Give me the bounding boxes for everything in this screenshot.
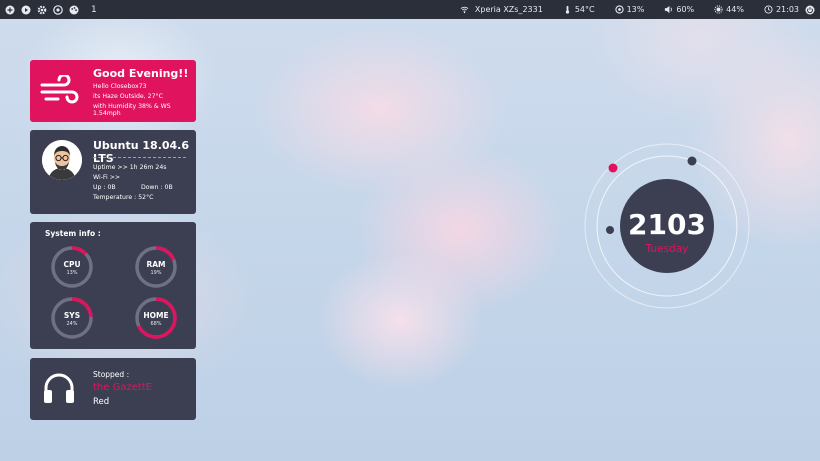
volume-level: 60% (676, 5, 695, 14)
network-name: Xperia XZs_2331 (474, 5, 543, 14)
gauge-value: 24% (66, 321, 78, 327)
play-icon[interactable] (21, 5, 31, 15)
download-speed: Down : 0B (141, 184, 173, 191)
gauge-value: 19% (150, 270, 162, 276)
settings-gear-icon[interactable] (37, 5, 47, 15)
cpu-usage: 13% (626, 5, 645, 14)
clock-day: Tuesday (645, 243, 689, 255)
headphones-icon (44, 373, 74, 403)
clock-icon (764, 5, 773, 14)
cpu-temperature: 54°C (574, 5, 595, 14)
gauge-label: CPU (63, 260, 81, 269)
clock-indicator[interactable]: 21:03 (764, 5, 799, 14)
brightness-indicator[interactable]: 44% (714, 5, 744, 14)
track-artist: Red (93, 397, 110, 407)
brightness-level: 44% (726, 5, 744, 14)
clock-widget: 2103 Tuesday (584, 143, 750, 309)
thermometer-icon (565, 5, 569, 14)
os-name: Ubuntu 18.04.6 LTS (93, 139, 190, 165)
music-player-card: Stopped : the GazettE Red (30, 358, 196, 420)
seconds-marker (608, 163, 618, 173)
minutes-marker (687, 156, 697, 166)
uptime: Uptime >> 1h 26m 24s (93, 164, 167, 171)
wifi-indicator[interactable] (460, 5, 469, 14)
workspace-indicator[interactable]: 1 (91, 5, 97, 15)
palette-icon[interactable] (69, 5, 79, 15)
system-summary-card: Ubuntu 18.04.6 LTS Uptime >> 1h 26m 24s … (30, 130, 196, 214)
clock-time: 2103 (628, 208, 706, 241)
ram-gauge: RAM 19% (134, 245, 178, 289)
sys-gauge: SYS 24% (50, 296, 94, 340)
brightness-icon (714, 5, 723, 14)
power-icon[interactable] (805, 5, 815, 15)
temperature: Temperature : 52°C (93, 194, 154, 201)
wifi-icon (460, 6, 469, 14)
wind-icon (40, 75, 79, 104)
gauge-label: RAM (146, 260, 166, 269)
avatar (42, 140, 82, 180)
home-gauge: HOME 68% (134, 296, 178, 340)
network-settings-icon[interactable] (53, 4, 63, 15)
greeting-title: Good Evening!! (93, 67, 189, 80)
panel-clock: 21:03 (775, 5, 799, 14)
temperature-indicator[interactable]: 54°C (563, 5, 595, 14)
add-icon[interactable] (5, 5, 15, 15)
divider (93, 157, 186, 158)
system-info-card: System info : CPU 13% RAM 19% SYS 24% HO… (30, 222, 196, 349)
track-title: the GazettE (93, 382, 153, 393)
greeting-line: Hello Closebox73 (93, 83, 147, 90)
gauge-value: 68% (150, 321, 162, 327)
cpu-gauge: CPU 13% (50, 245, 94, 289)
humidity-line: with Humidity 38% & WS 1.54mph (93, 103, 171, 117)
volume-indicator[interactable]: 60% (664, 5, 694, 14)
gauge-label: HOME (143, 311, 169, 320)
weather-line: its Haze Outside, 27°C (93, 93, 163, 100)
cpu-indicator[interactable]: 13% (614, 5, 645, 14)
speaker-icon (665, 5, 673, 14)
gauge-label: SYS (63, 311, 81, 320)
gauge-value: 13% (66, 270, 78, 276)
wifi-label: Wi-Fi >> (93, 174, 121, 181)
playback-status: Stopped : (93, 370, 130, 379)
weather-greeting-card: Good Evening!! Hello Closebox73 its Haze… (30, 60, 196, 122)
upload-speed: Up : 0B (93, 184, 116, 191)
system-info-header: System info : (45, 229, 101, 238)
top-panel: 1 Xperia XZs_2331 54°C 13% 60% 44% 21:03 (0, 0, 820, 19)
cpu-icon (614, 5, 624, 14)
